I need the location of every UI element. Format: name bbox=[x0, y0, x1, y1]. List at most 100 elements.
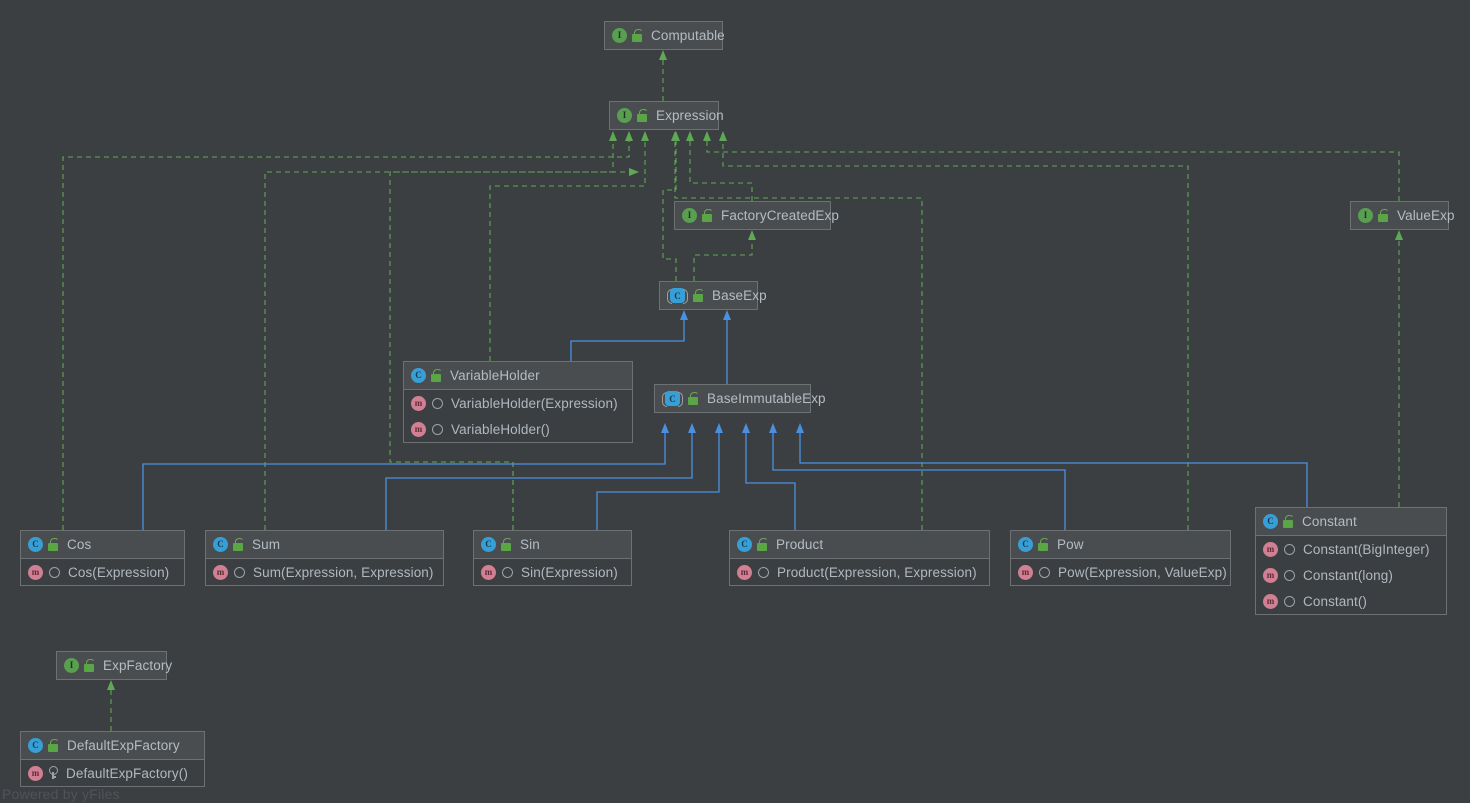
lock-icon bbox=[47, 537, 60, 552]
class-node-valueexp[interactable]: I ValueExp bbox=[1350, 201, 1454, 230]
class-node-defaultexpfactory[interactable]: C DefaultExpFactory m DefaultExpFactory() bbox=[20, 731, 205, 787]
class-node-product[interactable]: C Product m Product(Expression, Expression) bbox=[729, 530, 990, 586]
node-header-variableholder[interactable]: C VariableHolder bbox=[404, 362, 632, 389]
public-icon bbox=[234, 566, 245, 578]
method-icon: m bbox=[737, 564, 752, 580]
abstract-class-icon: C bbox=[667, 288, 688, 304]
method-icon: m bbox=[28, 765, 43, 781]
method-icon: m bbox=[1263, 593, 1278, 609]
edge-sum-expression bbox=[264, 131, 617, 530]
node-header-baseimmutableexp[interactable]: C BaseImmutableExp bbox=[655, 385, 826, 412]
class-node-baseexp[interactable]: C BaseExp bbox=[659, 281, 767, 310]
node-header-factorycreatedexp[interactable]: I FactoryCreatedExp bbox=[675, 202, 839, 229]
member-label: Cos(Expression) bbox=[68, 564, 170, 580]
node-header-baseexp[interactable]: C BaseExp bbox=[660, 282, 767, 309]
public-icon bbox=[1284, 543, 1295, 555]
member-row[interactable]: m VariableHolder() bbox=[404, 416, 632, 442]
class-node-cos[interactable]: C Cos m Cos(Expression) bbox=[20, 530, 185, 586]
node-title: DefaultExpFactory bbox=[67, 738, 180, 753]
interface-icon: I bbox=[617, 108, 632, 123]
method-icon: m bbox=[213, 564, 228, 580]
node-header-computable[interactable]: I Computable bbox=[605, 22, 725, 49]
class-node-constant[interactable]: C Constant m Constant(BigInteger) m Constant(… bbox=[1255, 507, 1447, 615]
lock-icon bbox=[1037, 537, 1050, 552]
class-icon: C bbox=[1018, 537, 1033, 552]
member-list-defaultexpfactory: m DefaultExpFactory() bbox=[21, 759, 204, 786]
lock-icon bbox=[692, 288, 705, 303]
node-title: ValueExp bbox=[1397, 208, 1455, 223]
method-icon: m bbox=[411, 395, 426, 411]
public-icon bbox=[49, 566, 60, 578]
node-header-defaultexpfactory[interactable]: C DefaultExpFactory bbox=[21, 732, 204, 759]
public-icon bbox=[432, 423, 443, 435]
class-node-expression[interactable]: I Expression bbox=[609, 101, 724, 130]
class-node-baseimmutableexp[interactable]: C BaseImmutableExp bbox=[654, 384, 826, 413]
member-row[interactable]: m Cos(Expression) bbox=[21, 559, 184, 585]
method-icon: m bbox=[28, 564, 43, 580]
edge-product-expression bbox=[671, 131, 923, 530]
node-title: BaseImmutableExp bbox=[707, 391, 826, 406]
class-icon: C bbox=[1263, 514, 1278, 529]
node-title: BaseExp bbox=[712, 288, 767, 303]
node-header-expression[interactable]: I Expression bbox=[610, 102, 724, 129]
lock-icon bbox=[500, 537, 513, 552]
edge-constant-baseimmutableexp bbox=[796, 423, 1308, 507]
lock-icon bbox=[430, 368, 443, 383]
member-row[interactable]: m Product(Expression, Expression) bbox=[730, 559, 989, 585]
member-label: DefaultExpFactory() bbox=[66, 765, 188, 781]
edge-baseexp-factorycreatedexp bbox=[693, 230, 756, 281]
class-node-expfactory[interactable]: I ExpFactory bbox=[56, 651, 172, 680]
class-icon: C bbox=[737, 537, 752, 552]
interface-icon: I bbox=[64, 658, 79, 673]
edge-valueexp-expression bbox=[703, 131, 1400, 201]
edge-pow-expression bbox=[719, 131, 1189, 530]
class-node-sin[interactable]: C Sin m Sin(Expression) bbox=[473, 530, 632, 586]
member-row[interactable]: m Constant(BigInteger) bbox=[1256, 536, 1446, 562]
node-header-valueexp[interactable]: I ValueExp bbox=[1351, 202, 1454, 229]
class-node-factorycreatedexp[interactable]: I FactoryCreatedExp bbox=[674, 201, 839, 230]
node-header-cos[interactable]: C Cos bbox=[21, 531, 184, 558]
class-node-computable[interactable]: I Computable bbox=[604, 21, 725, 50]
member-row[interactable]: m Constant() bbox=[1256, 588, 1446, 614]
member-label: Pow(Expression, ValueExp) bbox=[1058, 564, 1227, 580]
node-header-sin[interactable]: C Sin bbox=[474, 531, 631, 558]
interface-icon: I bbox=[1358, 208, 1373, 223]
node-header-constant[interactable]: C Constant bbox=[1256, 508, 1446, 535]
node-title: ExpFactory bbox=[103, 658, 173, 673]
class-node-sum[interactable]: C Sum m Sum(Expression, Expression) bbox=[205, 530, 444, 586]
member-row[interactable]: m Constant(long) bbox=[1256, 562, 1446, 588]
public-icon bbox=[1284, 595, 1295, 607]
member-row[interactable]: m Pow(Expression, ValueExp) bbox=[1011, 559, 1230, 585]
method-icon: m bbox=[1263, 567, 1278, 583]
edge-cos-expression bbox=[62, 131, 633, 530]
class-icon: C bbox=[28, 537, 43, 552]
lock-icon bbox=[701, 208, 714, 223]
member-row[interactable]: m DefaultExpFactory() bbox=[21, 760, 204, 786]
lock-icon bbox=[1377, 208, 1390, 223]
class-icon: C bbox=[28, 738, 43, 753]
edge-variableholder-expression bbox=[489, 131, 649, 361]
member-list-product: m Product(Expression, Expression) bbox=[730, 558, 989, 585]
node-header-pow[interactable]: C Pow bbox=[1011, 531, 1230, 558]
node-title: Product bbox=[776, 537, 824, 552]
member-list-pow: m Pow(Expression, ValueExp) bbox=[1011, 558, 1230, 585]
edge-pow-baseimmutableexp bbox=[769, 423, 1066, 530]
edge-factorycreatedexp-expression bbox=[686, 131, 753, 201]
node-title: FactoryCreatedExp bbox=[721, 208, 839, 223]
class-node-pow[interactable]: C Pow m Pow(Expression, ValueExp) bbox=[1010, 530, 1231, 586]
lock-icon bbox=[687, 391, 700, 406]
class-node-variableholder[interactable]: C VariableHolder m VariableHolder(Expressio… bbox=[403, 361, 633, 443]
node-header-product[interactable]: C Product bbox=[730, 531, 989, 558]
node-title: Expression bbox=[656, 108, 724, 123]
node-header-expfactory[interactable]: I ExpFactory bbox=[57, 652, 172, 679]
uml-class-diagram-canvas[interactable]: I Computable I Expression I FactoryCreatedExp… bbox=[0, 0, 1470, 803]
member-row[interactable]: m Sin(Expression) bbox=[474, 559, 631, 585]
public-icon bbox=[1039, 566, 1050, 578]
member-list-variableholder: m VariableHolder(Expression) m VariableHold… bbox=[404, 389, 632, 442]
member-list-cos: m Cos(Expression) bbox=[21, 558, 184, 585]
node-header-sum[interactable]: C Sum bbox=[206, 531, 443, 558]
interface-icon: I bbox=[612, 28, 627, 43]
member-row[interactable]: m VariableHolder(Expression) bbox=[404, 390, 632, 416]
node-title: Sin bbox=[520, 537, 540, 552]
member-row[interactable]: m Sum(Expression, Expression) bbox=[206, 559, 443, 585]
